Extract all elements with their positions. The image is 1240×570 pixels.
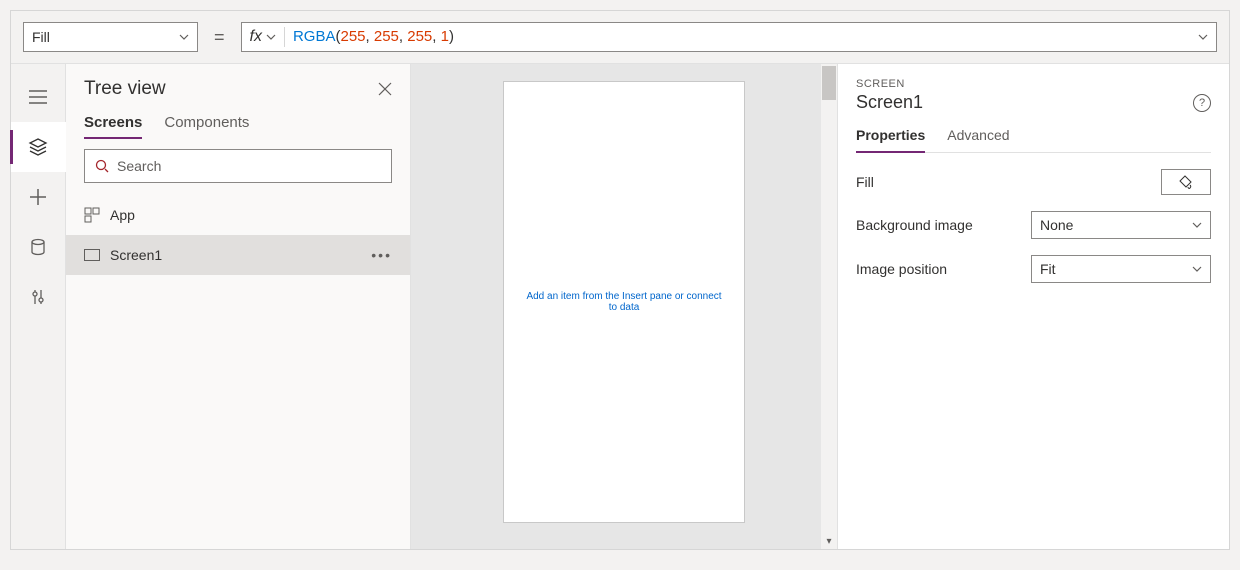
search-placeholder: Search <box>117 158 161 174</box>
canvas-area: Add an item from the Insert pane or conn… <box>411 64 837 549</box>
canvas-hint: Add an item from the Insert pane or conn… <box>504 291 744 313</box>
chevron-down-icon <box>179 32 189 42</box>
prop-row-fill: Fill <box>856 169 1211 195</box>
chevron-down-icon <box>266 32 276 42</box>
tab-properties[interactable]: Properties <box>856 127 925 153</box>
divider <box>284 27 285 47</box>
help-icon[interactable]: ? <box>1193 94 1211 112</box>
scroll-thumb[interactable] <box>822 66 836 100</box>
chevron-down-icon[interactable]: ▾ <box>824 534 833 549</box>
tab-screens[interactable]: Screens <box>84 114 142 139</box>
search-input[interactable]: Search <box>84 149 392 183</box>
tree-list: App Screen1 ••• <box>66 191 410 279</box>
tree-tabs: Screens Components <box>66 106 410 139</box>
fx-icon[interactable]: fx <box>250 28 276 46</box>
hamburger-button[interactable] <box>11 72 66 122</box>
tree-header: Tree view <box>66 64 410 106</box>
img-pos-value: Fit <box>1040 261 1056 277</box>
tree-item-label: Screen1 <box>110 247 162 263</box>
tree-item-screen1[interactable]: Screen1 ••• <box>66 235 410 275</box>
chevron-down-icon <box>1192 264 1202 274</box>
more-icon[interactable]: ••• <box>371 247 392 263</box>
plus-icon <box>29 188 47 206</box>
search-wrap: Search <box>66 139 410 191</box>
database-icon <box>29 238 47 256</box>
canvas-scrollbar[interactable]: ▾ <box>821 64 837 549</box>
chevron-down-icon[interactable] <box>1198 32 1208 42</box>
tab-components[interactable]: Components <box>164 114 249 139</box>
formula-bar: Fill = fx RGBA(255, 255, 255, 1) <box>11 11 1229 64</box>
property-selector-label: Fill <box>32 29 50 45</box>
formula-input[interactable]: fx RGBA(255, 255, 255, 1) <box>241 22 1217 52</box>
chevron-down-icon <box>1192 220 1202 230</box>
props-tabs: Properties Advanced <box>856 127 1211 153</box>
property-selector[interactable]: Fill <box>23 22 198 52</box>
formula-text[interactable]: RGBA(255, 255, 255, 1) <box>293 28 1190 46</box>
insert-rail-button[interactable] <box>11 172 66 222</box>
img-pos-dropdown[interactable]: Fit <box>1031 255 1211 283</box>
prop-row-bg-image: Background image None <box>856 211 1211 239</box>
tree-item-label: App <box>110 207 135 223</box>
properties-panel: SCREEN Screen1 ? Properties Advanced Fil… <box>837 64 1229 549</box>
data-rail-button[interactable] <box>11 222 66 272</box>
props-category: SCREEN <box>856 78 1211 90</box>
equals-sign: = <box>208 27 231 48</box>
layers-icon <box>28 137 48 157</box>
props-name-row: Screen1 ? <box>856 92 1211 113</box>
tree-view-rail-button[interactable] <box>11 122 66 172</box>
props-name: Screen1 <box>856 92 923 113</box>
hamburger-icon <box>29 90 47 104</box>
bg-image-value: None <box>1040 217 1073 233</box>
screen-icon <box>84 249 100 261</box>
tree-item-app[interactable]: App <box>66 195 410 235</box>
close-icon[interactable] <box>378 82 392 96</box>
tools-rail-button[interactable] <box>11 272 66 322</box>
prop-row-img-pos: Image position Fit <box>856 255 1211 283</box>
tree-title: Tree view <box>84 78 166 100</box>
search-icon <box>95 159 109 173</box>
fill-color-picker[interactable] <box>1161 169 1211 195</box>
app-frame: Fill = fx RGBA(255, 255, 255, 1) <box>10 10 1230 550</box>
prop-label-img-pos: Image position <box>856 261 947 277</box>
canvas-screen[interactable]: Add an item from the Insert pane or conn… <box>504 82 744 522</box>
body-row: Tree view Screens Components Search App <box>11 64 1229 549</box>
app-icon <box>84 207 100 223</box>
prop-label-fill: Fill <box>856 174 874 190</box>
settings-icon <box>29 288 47 306</box>
paint-bucket-icon <box>1179 175 1193 189</box>
bg-image-dropdown[interactable]: None <box>1031 211 1211 239</box>
tab-advanced[interactable]: Advanced <box>947 127 1009 152</box>
tree-view-panel: Tree view Screens Components Search App <box>66 64 411 549</box>
prop-label-bg-image: Background image <box>856 217 973 233</box>
left-rail <box>11 64 66 549</box>
